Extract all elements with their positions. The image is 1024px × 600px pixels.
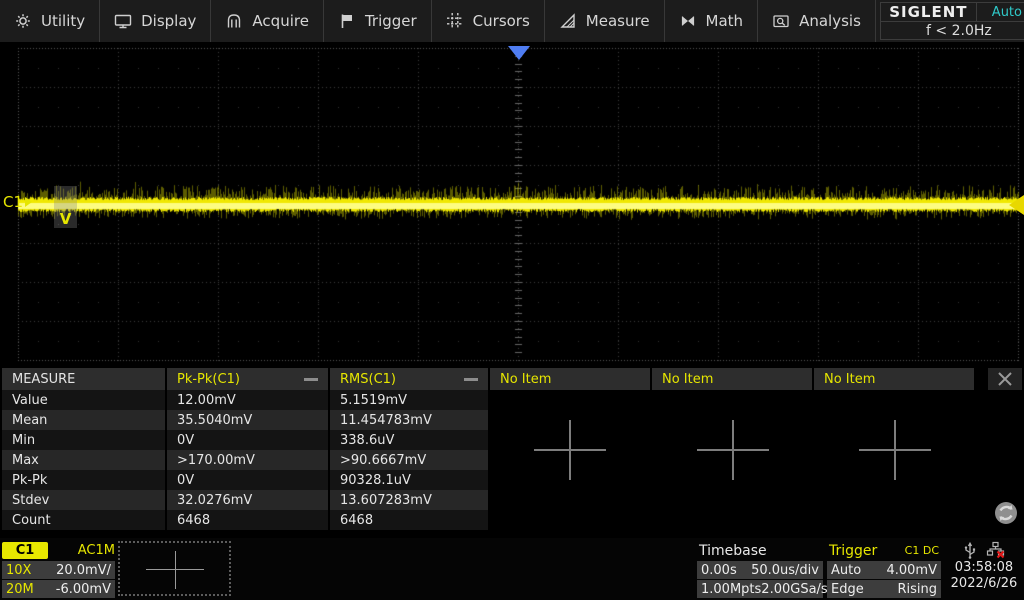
- measure-column-pkpk[interactable]: Pk-Pk(C1): [167, 368, 328, 390]
- add-measurement-icon[interactable]: [697, 414, 769, 486]
- timebase-title: Timebase: [699, 543, 767, 559]
- menu-label: Utility: [41, 12, 85, 30]
- add-measurement-icon[interactable]: [859, 414, 931, 486]
- plus-icon: [175, 551, 176, 589]
- measure-column-empty-3[interactable]: No Item: [814, 368, 974, 390]
- timebase-scale: 50.0us/div: [751, 563, 819, 578]
- measure-column-rms[interactable]: RMS(C1): [330, 368, 488, 390]
- offset-handle-glyph: V: [60, 210, 72, 228]
- acquisition-status-box: SIGLENT Auto f < 2.0Hz: [880, 2, 1024, 40]
- measure-column-empty-1[interactable]: No Item: [490, 368, 650, 390]
- trigger-source: C1 DC: [905, 544, 939, 557]
- menu-label: Acquire: [252, 12, 309, 30]
- menu-item-trigger[interactable]: Trigger: [324, 0, 432, 42]
- table-row: Pk-Pk0V90328.1uV: [2, 470, 488, 490]
- right-arrow-icon: [25, 197, 32, 207]
- lan-disconnected-icon: [986, 541, 1006, 559]
- folder-search-icon: [772, 12, 790, 30]
- trigger-slope: Rising: [897, 582, 937, 597]
- timebase-status-box[interactable]: Timebase 0.00s 50.0us/div 1.00Mpts 2.00G…: [697, 541, 823, 598]
- menu-item-acquire[interactable]: Acquire: [211, 0, 324, 42]
- channel1-marker-label: C1: [3, 193, 23, 211]
- table-row: Min0V338.6uV: [2, 430, 488, 450]
- measure-panel-title: MEASURE: [2, 368, 165, 390]
- menu-label: Display: [141, 12, 196, 30]
- graticule-canvas: [0, 42, 1024, 368]
- measure-table: Value12.00mV5.1519mV Mean35.5040mV11.454…: [2, 390, 488, 530]
- add-measurement-icon[interactable]: [534, 414, 606, 486]
- channel1-offset: -6.00mV: [56, 582, 111, 597]
- acquisition-mode-badge: Auto: [977, 3, 1024, 21]
- close-icon: [997, 371, 1013, 387]
- reset-statistics-icon[interactable]: [992, 499, 1020, 531]
- acquire-arch-icon: [225, 12, 243, 30]
- oscilloscope-screen: Utility Display Acquire Trigger Cursors: [0, 0, 1024, 600]
- set-square-icon: [559, 12, 577, 30]
- timebase-sample-rate: 2.00GSa/s: [761, 582, 827, 597]
- trigger-title: Trigger: [829, 543, 877, 559]
- table-row: Max>170.00mV>90.6667mV: [2, 450, 488, 470]
- channel1-probe: 10X: [6, 563, 31, 578]
- system-info: 03:58:08 2022/6/26: [945, 538, 1023, 600]
- remove-measurement-icon[interactable]: [464, 378, 478, 381]
- channel1-bandwidth: 20M: [6, 582, 34, 597]
- siglent-logo: SIGLENT: [881, 3, 977, 21]
- table-row: Value12.00mV5.1519mV: [2, 390, 488, 410]
- measure-header-row: MEASURE Pk-Pk(C1) RMS(C1) No Item No Ite…: [2, 368, 974, 390]
- menu-item-display[interactable]: Display: [100, 0, 211, 42]
- waveform-display: C1 V: [0, 42, 1024, 368]
- channel1-offset-handle[interactable]: V: [54, 186, 77, 228]
- channel1-coupling: AC1M: [78, 543, 115, 558]
- menu-label: Math: [706, 12, 744, 30]
- trigger-level-arrow[interactable]: [1009, 195, 1024, 215]
- trigger-level: 4.00mV: [886, 563, 937, 578]
- trigger-mode: Auto: [831, 563, 861, 578]
- measure-column-empty-2[interactable]: No Item: [652, 368, 812, 390]
- trigger-position-marker[interactable]: [508, 46, 530, 60]
- crosshatch-icon: [446, 12, 464, 30]
- bowtie-icon: [679, 12, 697, 30]
- gear-icon: [14, 12, 32, 30]
- add-channel-button[interactable]: [118, 541, 231, 596]
- trigger-type: Edge: [831, 582, 864, 597]
- usb-icon: [962, 541, 978, 559]
- remove-measurement-icon[interactable]: [304, 378, 318, 381]
- status-bar: C1 AC1M 10X 20.0mV/ 20M -6.00mV Timebase…: [0, 538, 1024, 600]
- menu-label: Measure: [586, 12, 650, 30]
- channel1-position-marker[interactable]: C1: [3, 193, 32, 211]
- menu-label: Analysis: [799, 12, 861, 30]
- table-row: Stdev32.0276mV13.607283mV: [2, 490, 488, 510]
- menu-item-utility[interactable]: Utility: [0, 0, 100, 42]
- menu-item-cursors[interactable]: Cursors: [432, 0, 545, 42]
- top-menu-bar: Utility Display Acquire Trigger Cursors: [0, 0, 1024, 42]
- flag-icon: [338, 12, 356, 30]
- table-row: Count64686468: [2, 510, 488, 530]
- menu-item-analysis[interactable]: Analysis: [758, 0, 876, 42]
- monitor-icon: [114, 12, 132, 30]
- channel1-badge: C1: [2, 542, 48, 559]
- trigger-status-box[interactable]: Trigger C1 DC Auto 4.00mV Edge Rising: [827, 541, 941, 598]
- timebase-delay: 0.00s: [701, 563, 737, 578]
- menu-label: Trigger: [365, 12, 417, 30]
- measure-close-button[interactable]: [988, 368, 1022, 390]
- menu-item-math[interactable]: Math: [665, 0, 759, 42]
- menu-item-measure[interactable]: Measure: [545, 0, 665, 42]
- channel1-status-box[interactable]: C1 AC1M 10X 20.0mV/ 20M -6.00mV: [2, 541, 115, 598]
- menu-label: Cursors: [473, 12, 530, 30]
- trigger-frequency-readout: f < 2.0Hz: [881, 22, 1024, 39]
- measure-panel: MEASURE Pk-Pk(C1) RMS(C1) No Item No Ite…: [0, 368, 1024, 538]
- timebase-points: 1.00Mpts: [701, 582, 761, 597]
- clock-date: 2022/6/26: [951, 576, 1018, 591]
- clock-time: 03:58:08: [955, 560, 1013, 575]
- channel1-scale: 20.0mV/: [56, 563, 111, 578]
- table-row: Mean35.5040mV11.454783mV: [2, 410, 488, 430]
